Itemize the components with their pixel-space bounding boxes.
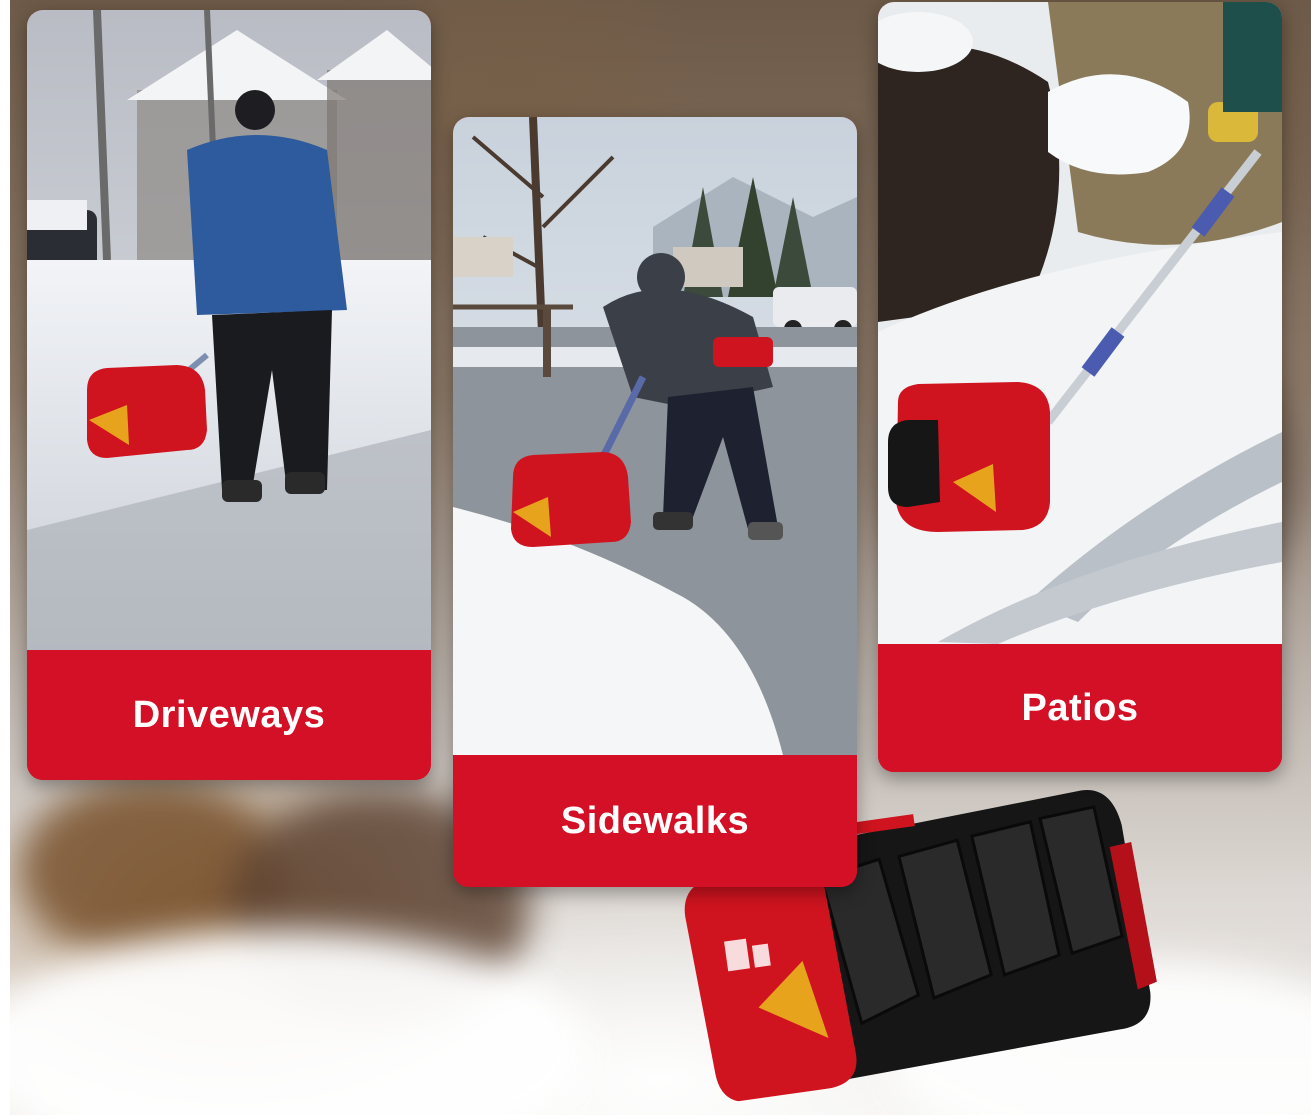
card-label-patios: Patios <box>878 644 1282 772</box>
card-patios: Patios <box>878 2 1282 772</box>
sidewalk-photo <box>453 117 857 755</box>
driveway-photo <box>27 10 431 650</box>
card-label-driveways: Driveways <box>27 650 431 780</box>
card-sidewalks: Sidewalks <box>453 117 857 887</box>
card-label-sidewalks: Sidewalks <box>453 755 857 887</box>
patio-photo <box>878 2 1282 644</box>
card-driveways: Driveways <box>27 10 431 780</box>
